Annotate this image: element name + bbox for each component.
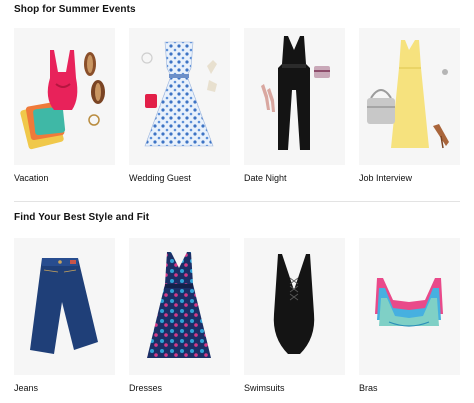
category-label-swimsuits: Swimsuits — [244, 383, 285, 393]
blue-floral-dress-icon — [129, 28, 230, 165]
lace-bralettes-icon — [359, 238, 460, 375]
yellow-sheath-dress-icon — [359, 28, 460, 165]
black-jumpsuit-icon — [244, 28, 345, 165]
category-card-vacation[interactable]: Vacation — [14, 28, 115, 183]
category-label-wedding-guest: Wedding Guest — [129, 173, 191, 183]
category-card-jeans[interactable]: Jeans — [14, 238, 115, 393]
category-card-dresses[interactable]: Dresses — [129, 238, 230, 393]
shopping-page: Shop for Summer Events Vacation Wedding … — [0, 0, 474, 403]
category-label-job-interview: Job Interview — [359, 173, 413, 183]
category-card-date-night[interactable]: Date Night — [244, 28, 345, 183]
black-lace-up-swimsuit-icon — [244, 238, 345, 375]
category-card-job-interview[interactable]: Job Interview — [359, 28, 460, 183]
pink-swimsuit-beach-outfit-icon — [14, 28, 115, 165]
category-label-vacation: Vacation — [14, 173, 49, 183]
category-label-date-night: Date Night — [244, 173, 287, 183]
category-card-wedding-guest[interactable]: Wedding Guest — [129, 28, 230, 183]
section-title-summer-events: Shop for Summer Events — [14, 4, 136, 15]
floral-print-dress-icon — [129, 238, 230, 375]
section-title-style-and-fit: Find Your Best Style and Fit — [14, 212, 150, 223]
summer-events-grid: Vacation Wedding Guest Date Night Job In… — [14, 28, 460, 183]
category-label-dresses: Dresses — [129, 383, 163, 393]
category-card-swimsuits[interactable]: Swimsuits — [244, 238, 345, 393]
folded-jeans-icon — [14, 238, 115, 375]
section-divider — [14, 201, 460, 202]
category-label-bras: Bras — [359, 383, 378, 393]
style-fit-grid: Jeans Dresses Swimsuits Bras — [14, 238, 460, 393]
category-card-bras[interactable]: Bras — [359, 238, 460, 393]
category-label-jeans: Jeans — [14, 383, 39, 393]
